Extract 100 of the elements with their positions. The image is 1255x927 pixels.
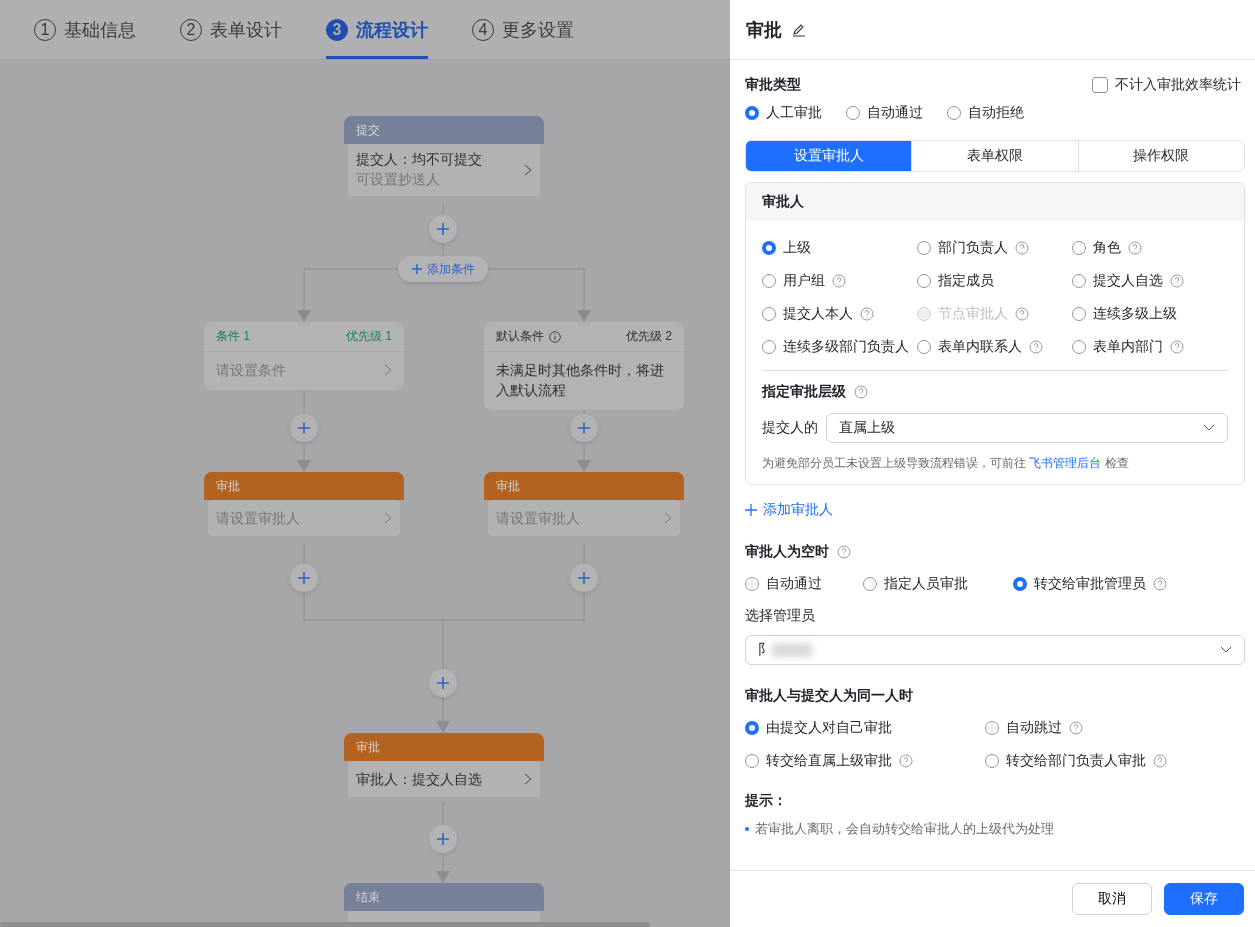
chevron-down-icon (1220, 646, 1232, 654)
step-tab[interactable]: 2 表单设计 (180, 0, 282, 59)
radio-label: 转交给直属上级审批 (766, 752, 892, 770)
bullet-icon (745, 827, 749, 831)
level-select[interactable]: 直属上级 (826, 413, 1228, 443)
radio-label: 提交人本人 (783, 305, 853, 323)
tip-text: 若审批人离职，会自动转交给审批人的上级代为处理 (755, 820, 1054, 838)
save-button[interactable]: 保存 (1164, 883, 1244, 915)
radio-label: 部门负责人 (938, 239, 1008, 257)
section-title: 审批类型 (745, 76, 801, 94)
radio-label: 人工审批 (766, 104, 822, 122)
chevron-right-icon (664, 512, 672, 524)
node-title: 审批 (216, 479, 240, 493)
radio-label: 连续多级部门负责人 (783, 338, 909, 356)
node-title: 结束 (356, 890, 380, 904)
radio-button[interactable] (745, 106, 759, 120)
help-icon[interactable] (860, 307, 874, 321)
plus-icon (298, 422, 310, 434)
tab[interactable]: 操作权限 (1077, 141, 1244, 171)
radio-button[interactable] (1013, 577, 1027, 591)
radio-label: 自动通过 (766, 575, 822, 593)
radio-label: 指定成员 (938, 272, 994, 290)
info-icon (549, 330, 561, 343)
admin-console-link[interactable]: 飞书管理后台 (1029, 456, 1102, 470)
condition-title: 默认条件 (496, 328, 544, 345)
checkbox-label: 不计入审批效率统计 (1115, 76, 1241, 94)
add-approver-link[interactable]: 添加审批人 (745, 501, 833, 519)
help-icon[interactable] (1015, 241, 1029, 255)
help-icon[interactable] (837, 545, 851, 559)
add-node-button[interactable] (290, 414, 318, 442)
edit-icon[interactable] (792, 22, 806, 37)
add-condition-button[interactable]: 添加条件 (398, 256, 488, 282)
node-placeholder: 请设置审批人 (216, 509, 300, 528)
admin-select[interactable]: 阝 (745, 635, 1245, 665)
chevron-right-icon (524, 773, 532, 785)
panel-title: 审批 (746, 18, 782, 42)
help-icon[interactable] (1153, 754, 1167, 768)
chevron-down-icon (1203, 424, 1215, 432)
radio-label: 转交给审批管理员 (1034, 575, 1146, 593)
plus-icon (578, 572, 590, 584)
help-icon[interactable] (832, 274, 846, 288)
help-icon[interactable] (1170, 274, 1184, 288)
step-tab[interactable]: 1 基础信息 (34, 0, 136, 59)
help-icon[interactable] (854, 385, 868, 399)
node-value: 提交人：均不可提交 (356, 151, 482, 169)
section-title: 指定审批层级 (762, 383, 846, 401)
condition-placeholder: 请设置条件 (216, 361, 286, 380)
radio-label: 提交人自选 (1093, 272, 1163, 290)
radio-label: 连续多级上级 (1093, 305, 1177, 323)
add-node-button[interactable] (570, 414, 598, 442)
help-icon[interactable] (1029, 340, 1043, 354)
condition-card[interactable]: 默认条件 优先级 2 未满足时其他条件时，将进入默认流程 (484, 322, 684, 410)
add-node-button[interactable] (429, 669, 457, 697)
add-node-button[interactable] (429, 825, 457, 853)
plus-icon (437, 833, 449, 845)
condition-text: 未满足时其他条件时，将进入默认流程 (496, 361, 665, 400)
priority-label: 优先级 2 (626, 328, 672, 345)
field-label: 选择管理员 (745, 607, 816, 625)
add-node-button[interactable] (429, 215, 457, 243)
radio-label: 角色 (1093, 239, 1121, 257)
help-icon[interactable] (899, 754, 913, 768)
plus-icon (411, 264, 422, 274)
node-value: 审批人：提交人自选 (356, 770, 482, 789)
section-title: 审批人与提交人为同一人时 (745, 687, 914, 705)
plus-icon (437, 223, 449, 235)
add-node-button[interactable] (570, 564, 598, 592)
plus-icon (578, 422, 590, 434)
priority-label: 优先级 1 (346, 328, 392, 345)
radio-label: 自动通过 (867, 104, 923, 122)
add-node-button[interactable] (290, 564, 318, 592)
condition-title: 条件 1 (216, 328, 250, 345)
radio-label: 指定人员审批 (884, 575, 968, 593)
radio-button[interactable] (762, 241, 776, 255)
field-label: 提交人的 (762, 419, 818, 437)
radio-label: 用户组 (783, 272, 825, 290)
step-tab[interactable]: 4 更多设置 (472, 0, 574, 59)
plus-icon (745, 504, 757, 516)
help-icon[interactable] (1128, 241, 1142, 255)
radio-label: 转交给部门负责人审批 (1006, 752, 1146, 770)
tips-title: 提示： (745, 792, 788, 810)
help-icon[interactable] (1170, 340, 1184, 354)
radio-label: 表单内联系人 (938, 338, 1022, 356)
checkbox[interactable] (1092, 77, 1108, 93)
radio-button[interactable] (745, 721, 759, 735)
scrollbar[interactable] (0, 922, 650, 927)
section-title: 审批人为空时 (745, 543, 829, 561)
help-icon[interactable] (1153, 577, 1167, 591)
node-subtext: 可设置抄送人 (356, 171, 441, 189)
hint-text: 为避免部分员工未设置上级导致流程错误，可前往 飞书管理后台 检查 (762, 455, 1130, 472)
chevron-right-icon (384, 364, 392, 376)
help-icon[interactable] (1069, 721, 1083, 735)
cancel-button[interactable]: 取消 (1072, 883, 1152, 915)
chevron-right-icon (524, 164, 532, 176)
section-title: 审批人 (762, 193, 804, 209)
radio-label: 由提交人对自己审批 (766, 719, 892, 737)
step-tab[interactable]: 3 流程设计 (326, 0, 428, 59)
node-placeholder: 请设置审批人 (496, 509, 580, 528)
node-title: 审批 (496, 479, 520, 493)
blurred-name (772, 643, 812, 657)
tab[interactable]: 设置审批人 (746, 141, 912, 171)
